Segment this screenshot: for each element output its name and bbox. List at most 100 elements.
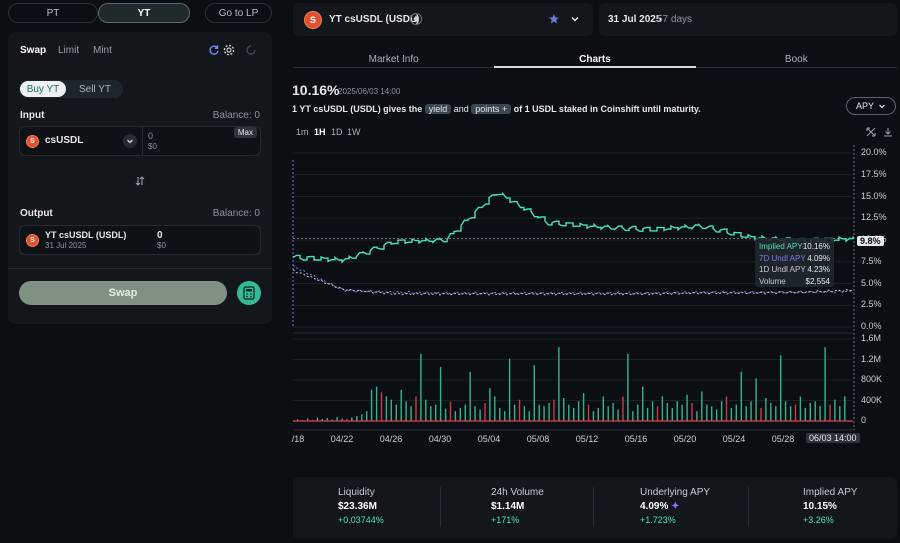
volume-bar — [711, 406, 713, 421]
volume-bar — [839, 406, 841, 421]
volume-bar — [834, 399, 836, 421]
volume-bar — [538, 404, 540, 421]
tooltip-row: 7D Undl APY 4.09% — [759, 253, 830, 265]
volume-bar — [755, 378, 757, 421]
stat-value: 4.09% — [640, 501, 669, 512]
volume-bar — [819, 406, 821, 421]
volume-bar — [464, 404, 466, 421]
volume-bar — [706, 404, 708, 421]
stat-label: Liquidity — [338, 487, 375, 498]
volume-bar — [627, 353, 629, 421]
volume-bar — [489, 388, 491, 421]
volume-bar — [824, 347, 826, 421]
volume-bar — [474, 406, 476, 421]
volume-bar — [701, 391, 703, 421]
volume-bar — [563, 398, 565, 421]
volume-bar — [814, 401, 816, 421]
x-tick-label: 05/04 — [477, 434, 501, 444]
volume-tick-label: 400K — [861, 394, 883, 405]
volume-bar — [765, 398, 767, 421]
volume-bar — [730, 407, 733, 421]
volume-bar — [770, 403, 772, 421]
stat-24h-volume: 24h Volume $1.14M +171% — [491, 487, 544, 525]
volume-bar — [804, 407, 806, 421]
volume-bar — [696, 411, 698, 421]
volume-bar — [400, 389, 402, 421]
tooltip-value: 4.09% — [807, 253, 830, 263]
x-tick-label: 04/30 — [428, 434, 452, 444]
x-tick-label: 05/08 — [526, 434, 550, 444]
x-tick-label: 05/28 — [771, 434, 795, 444]
tooltip-label: 1D Undl APY — [759, 265, 806, 274]
volume-tick-label: 0 — [861, 415, 867, 425]
tooltip-value: $2,554 — [805, 276, 830, 286]
y-tick-label: 0.0% — [861, 321, 882, 331]
x-tick-label: /18 — [291, 434, 305, 444]
volume-bar — [750, 401, 752, 421]
x-tick-label: 05/16 — [624, 434, 648, 444]
volume-bar — [454, 411, 457, 421]
tooltip-label: 7D Undl APY — [759, 253, 806, 263]
stat-change: +171% — [491, 515, 520, 525]
volume-bar — [410, 406, 412, 421]
x-tick-label: 04/22 — [330, 434, 354, 444]
volume-bar — [637, 404, 639, 421]
stat-value-row: 4.09% ✦ — [640, 501, 710, 512]
volume-bar — [459, 407, 461, 421]
volume-tick-label: 1.2M — [861, 353, 882, 364]
volume-bar — [745, 406, 747, 421]
tooltip-value: 10.16% — [802, 242, 830, 251]
volume-bar — [760, 407, 762, 421]
volume-bar — [361, 414, 363, 421]
volume-bar — [642, 386, 644, 421]
volume-bar — [651, 401, 654, 421]
tooltip-label: Implied APY — [759, 242, 803, 251]
volume-bar — [390, 399, 392, 421]
stat-value: $1.14M — [491, 501, 525, 512]
volume-bar — [780, 355, 782, 421]
stat-value: $23.36M — [338, 501, 377, 512]
y-tick-label: 7.5% — [861, 255, 882, 266]
volume-bar — [735, 404, 737, 421]
volume-bar — [829, 404, 831, 421]
volume-bar — [430, 406, 432, 421]
volume-bar — [405, 401, 407, 421]
volume-bar — [469, 371, 471, 421]
stat-implied-apy: Implied APY 10.15% +3.26% — [803, 487, 857, 525]
volume-bar — [587, 404, 590, 421]
tooltip-label: Volume — [759, 276, 786, 286]
volume-bar — [789, 406, 792, 421]
cursor-time-label: 06/03 14:00 — [806, 433, 860, 443]
volume-bar — [513, 404, 516, 421]
volume-bar — [715, 409, 718, 421]
volume-bar — [607, 406, 609, 421]
volume-bar — [691, 403, 693, 421]
volume-bar — [385, 396, 388, 421]
x-tick-label: 05/20 — [673, 434, 697, 444]
volume-bar — [425, 399, 427, 421]
stat-change: +1.723% — [640, 515, 676, 525]
volume-bar — [548, 403, 550, 421]
sparkle-icon: ✦ — [671, 501, 680, 512]
y-tick-label: 17.5% — [861, 168, 887, 179]
volume-bar — [444, 408, 447, 421]
volume-bar — [844, 396, 846, 421]
volume-bar — [784, 401, 787, 421]
volume-bar — [380, 392, 383, 421]
tooltip-row: Volume $2,554 — [759, 276, 830, 288]
volume-bar — [597, 407, 599, 421]
volume-bar — [553, 399, 555, 421]
volume-bar — [775, 406, 777, 421]
x-tick-label: 05/24 — [722, 434, 746, 444]
volume-bar — [622, 396, 624, 421]
volume-bar — [799, 396, 802, 421]
volume-bar — [439, 366, 442, 421]
stat-underlying-apy: Underlying APY 4.09% ✦ +1.723% — [640, 487, 710, 525]
volume-bar — [617, 409, 619, 421]
volume-bar — [568, 404, 570, 421]
volume-bar — [420, 353, 422, 421]
volume-bar — [558, 347, 560, 421]
y-tick-label: 15.0% — [861, 190, 887, 201]
volume-bar — [573, 407, 575, 421]
volume-bar — [794, 404, 797, 421]
